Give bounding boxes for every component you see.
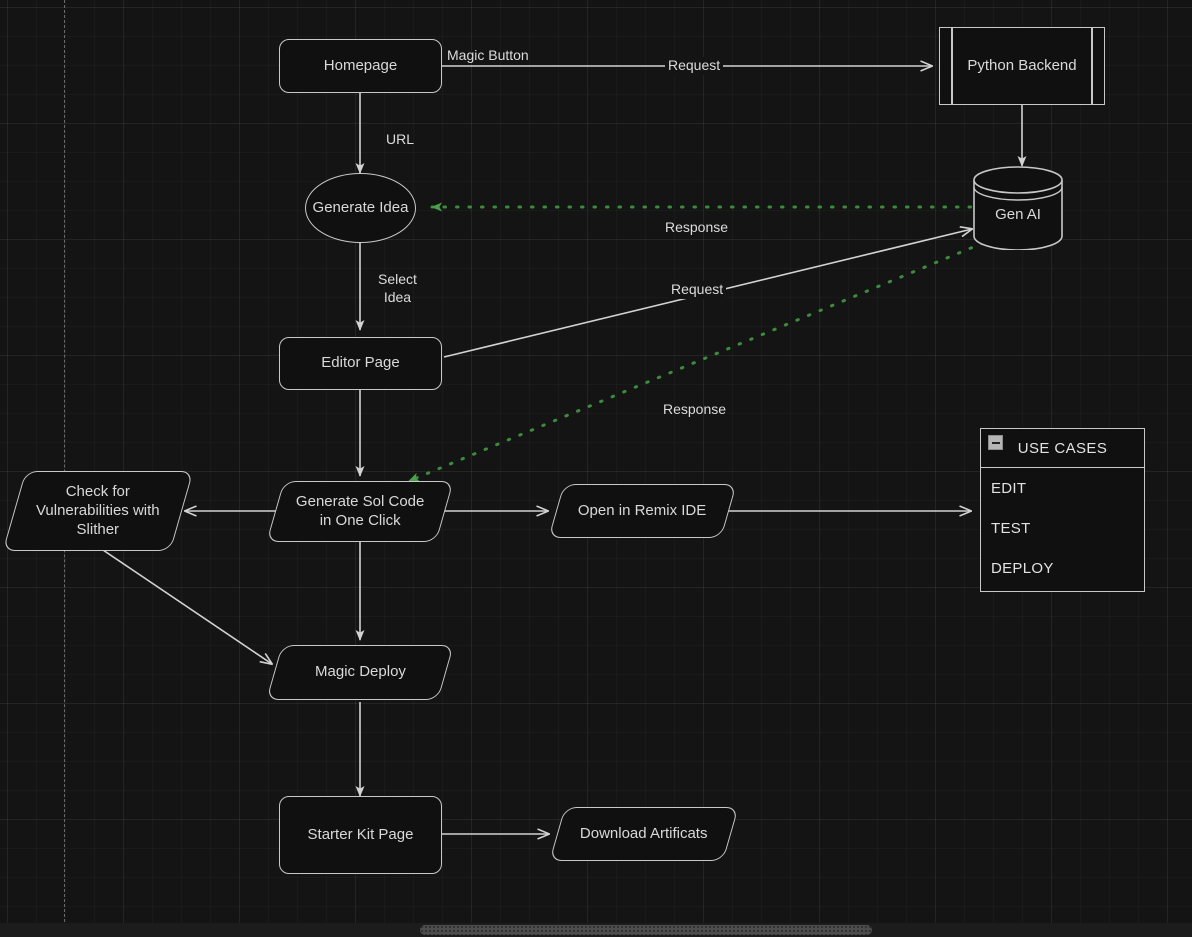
use-case-item-deploy[interactable]: DEPLOY <box>981 548 1144 588</box>
node-gen-ai-label: Gen AI <box>995 205 1041 223</box>
node-open-remix-ide[interactable]: Open in Remix IDE <box>548 484 737 538</box>
edge-label-response-bottom: Response <box>663 401 727 417</box>
edge-label-url: URL <box>386 131 415 147</box>
use-case-item-deploy-label: DEPLOY <box>991 559 1054 577</box>
page-break-guide <box>64 0 65 937</box>
use-case-item-edit-label: EDIT <box>991 479 1027 497</box>
node-generate-sol-code[interactable]: Generate Sol Code in One Click <box>266 481 454 542</box>
edge-label-request-mid: Request <box>668 281 727 299</box>
use-cases-header: USE CASES <box>981 429 1144 468</box>
node-starter-kit-page-label: Starter Kit Page <box>307 825 414 843</box>
horizontal-scrollbar-track[interactable] <box>0 923 1192 937</box>
node-starter-kit-page[interactable]: Starter Kit Page <box>279 796 442 874</box>
node-magic-deploy[interactable]: Magic Deploy <box>266 645 454 700</box>
horizontal-scrollbar-thumb[interactable] <box>420 925 872 935</box>
node-magic-deploy-label: Magic Deploy <box>314 663 406 681</box>
use-cases-title: USE CASES <box>1017 439 1108 457</box>
edge-label-magic-button: Magic Button <box>447 47 529 63</box>
node-editor-page[interactable]: Editor Page <box>279 337 442 390</box>
node-homepage[interactable]: Homepage <box>279 39 442 93</box>
node-generate-idea[interactable]: Generate Idea <box>305 173 416 243</box>
node-gen-ai[interactable]: Gen AI <box>972 166 1064 250</box>
node-open-remix-ide-label: Open in Remix IDE <box>578 501 707 519</box>
edge-label-request-top: Request <box>665 57 724 75</box>
use-case-item-test-label: TEST <box>991 519 1031 537</box>
use-case-item-test[interactable]: TEST <box>981 508 1144 548</box>
minus-icon[interactable] <box>988 435 1003 450</box>
node-download-artificats-label: Download Artificats <box>580 824 708 842</box>
node-check-vulnerabilities-label: Check for Vulnerabilities with Slither <box>36 482 160 538</box>
node-python-backend-label: Python Backend <box>967 56 1077 74</box>
node-editor-page-label: Editor Page <box>321 354 400 372</box>
node-download-artificats[interactable]: Download Artificats <box>549 807 739 861</box>
node-homepage-label: Homepage <box>323 56 398 74</box>
use-cases-list: EDIT TEST DEPLOY <box>981 468 1144 588</box>
use-cases-panel[interactable]: USE CASES EDIT TEST DEPLOY <box>980 428 1145 592</box>
edge-label-response-top: Response <box>665 219 729 235</box>
node-generate-idea-label: Generate Idea <box>312 198 409 216</box>
use-case-item-edit[interactable]: EDIT <box>981 468 1144 508</box>
node-python-backend[interactable]: Python Backend <box>939 27 1105 105</box>
edge-label-select-idea: Select Idea <box>378 271 417 305</box>
flowchart-canvas[interactable]: Homepage Python Backend Generate Idea Ge… <box>0 0 1192 937</box>
node-generate-sol-code-label: Generate Sol Code in One Click <box>295 492 425 529</box>
node-check-vulnerabilities[interactable]: Check for Vulnerabilities with Slither <box>2 471 194 551</box>
